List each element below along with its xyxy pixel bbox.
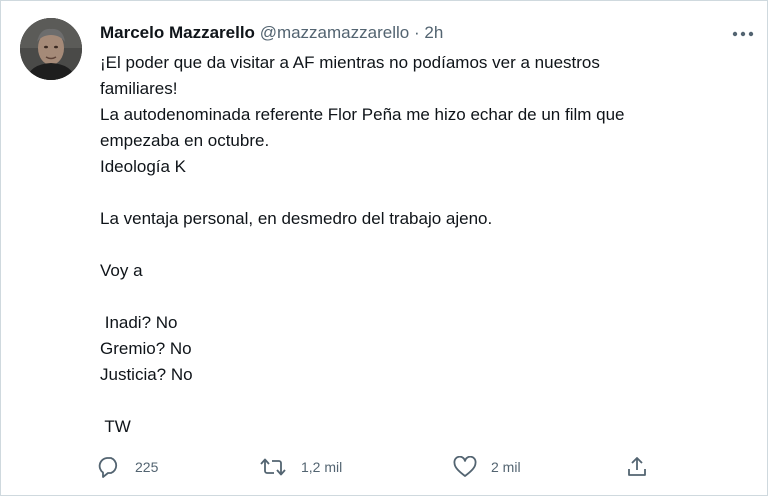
retweet-button[interactable]: 1,2 mil	[259, 453, 342, 481]
retweet-icon	[260, 458, 286, 476]
tweet-line: La ventaja personal, en desmedro del tra…	[100, 209, 493, 228]
tweet-header: Marcelo Mazzarello @mazzamazzarello · 2h	[100, 20, 443, 46]
tweet-card: Marcelo Mazzarello @mazzamazzarello · 2h…	[0, 0, 768, 496]
tweet-line: TW	[100, 417, 131, 436]
tweet-line: Ideología K	[100, 157, 187, 176]
tweet-line: ¡El poder que da visitar a AF mientras n…	[100, 53, 600, 72]
author-name[interactable]: Marcelo Mazzarello	[100, 23, 255, 42]
reply-icon	[98, 457, 118, 478]
tweet-line	[100, 232, 740, 258]
timestamp[interactable]: 2h	[424, 23, 443, 42]
tweet-line: Voy a	[100, 261, 143, 280]
tweet-actions: 225 1,2 mil 2 mil	[97, 453, 657, 481]
share-button[interactable]	[625, 453, 649, 481]
tweet-line	[100, 180, 740, 206]
separator-dot: ·	[413, 23, 420, 42]
like-count: 2 mil	[491, 459, 521, 475]
tweet-line: empezaba en octubre.	[100, 131, 270, 150]
reply-button[interactable]: 225	[97, 453, 158, 481]
heart-icon	[453, 456, 477, 477]
tweet-line	[100, 388, 740, 414]
author-handle[interactable]: @mazzamazzarello	[260, 23, 410, 42]
tweet-line	[100, 284, 740, 310]
tweet-text: ¡El poder que da visitar a AF mientras n…	[100, 50, 740, 440]
more-icon	[732, 31, 754, 37]
avatar-photo	[20, 18, 82, 80]
tweet-line: familiares!	[100, 79, 178, 98]
tweet-line: Gremio? No	[100, 339, 192, 358]
retweet-count: 1,2 mil	[301, 459, 343, 475]
reply-count: 225	[135, 459, 159, 475]
tweet-line: Justicia? No	[100, 365, 193, 384]
share-icon	[628, 457, 646, 476]
more-options-button[interactable]	[729, 24, 757, 44]
avatar[interactable]	[20, 18, 82, 80]
like-button[interactable]: 2 mil	[453, 453, 521, 481]
tweet-line: Inadi? No	[100, 313, 178, 332]
tweet-line: La autodenominada referente Flor Peña me…	[100, 105, 625, 124]
